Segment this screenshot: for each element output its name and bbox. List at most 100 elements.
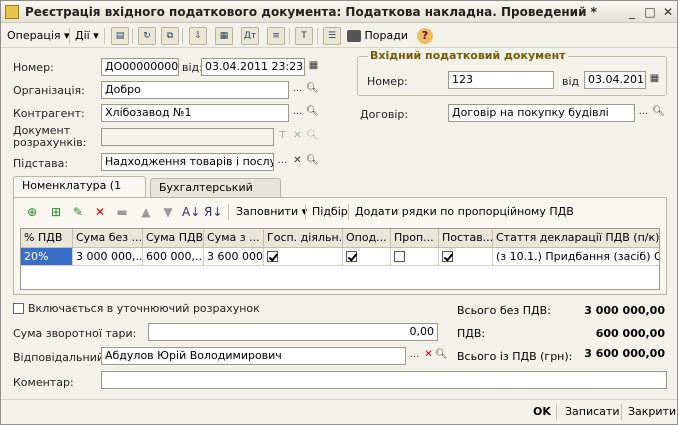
contractor-select-button[interactable]: ... (290, 105, 305, 121)
move-down-icon[interactable]: ▼ (160, 204, 176, 220)
in-calendar-icon[interactable]: ▦ (647, 72, 662, 88)
add-rows-button[interactable]: Додати рядки по пропорційному ПДВ (355, 205, 574, 218)
basis-field[interactable]: Надходження товарів і послуг ДО (101, 153, 274, 171)
ok-button[interactable]: OK (533, 405, 551, 418)
incoming-document-title: Вхідний податковий документ (368, 49, 568, 62)
price-type-icon[interactable]: Т (295, 27, 313, 45)
main-toolbar: Операція ▾ Дії ▾ ▤ ↻ ⧉ ⇩ ▦ Дт ≡ Т ☰ Пора… (1, 24, 677, 48)
close-button[interactable]: Закрити (628, 405, 676, 418)
responsible-search-icon[interactable]: 🔍︎ (434, 348, 449, 364)
operation-menu[interactable]: Операція ▾ (7, 26, 70, 46)
number-label: Номер: (13, 61, 54, 74)
basis-search-icon[interactable]: 🔍︎ (305, 154, 320, 170)
save-button[interactable]: Записати (565, 405, 619, 418)
cell-economic-checkbox[interactable] (264, 248, 343, 266)
clarifying-checkbox[interactable] (13, 303, 24, 314)
total-vat-value: 600 000,00 (595, 327, 665, 340)
total-with-value: 3 600 000,00 (584, 347, 665, 360)
list-icon[interactable]: ☰ (323, 27, 341, 45)
cell-sum-with[interactable]: 3 600 000,... (204, 248, 264, 266)
move-up-icon[interactable]: ▲ (138, 204, 154, 220)
tab-nomenclature[interactable]: Номенклатура (1 поз.) (13, 176, 146, 210)
cell-taxed-checkbox[interactable] (343, 248, 391, 266)
sort-asc-icon[interactable]: A↓ (182, 204, 200, 220)
col-vat-rate[interactable]: % ПДВ (21, 229, 73, 248)
footer-bar: OK Записати Закрити (1, 399, 677, 424)
based-on-icon[interactable]: ⇩ (189, 27, 207, 45)
in-number-label: Номер: (367, 75, 408, 88)
close-icon[interactable]: ✕ (659, 4, 677, 20)
col-economic[interactable]: Госп. діяльн... (264, 229, 343, 248)
org-search-icon[interactable]: 🔍︎ (305, 82, 320, 98)
sort-desc-icon[interactable]: Я↓ (204, 204, 222, 220)
col-sum-with[interactable]: Сума з ... (204, 229, 264, 248)
tab-accounting[interactable]: Бухгалтерський облік (150, 178, 281, 212)
col-article[interactable]: Стаття декларації ПДВ (п/к) (493, 229, 659, 248)
in-date-field[interactable]: 03.04.2011 (584, 71, 646, 89)
structure-icon[interactable]: ▦ (215, 27, 233, 45)
minimize-icon[interactable]: _ (623, 4, 641, 20)
total-vat-label: ПДВ: (457, 327, 486, 340)
contract-label: Договір: (360, 108, 409, 121)
contractor-field[interactable]: Хлібозавод №1 (101, 104, 289, 122)
title-bar: Реєстрація вхідного податкового документ… (1, 1, 677, 23)
refresh-icon[interactable]: ↻ (138, 27, 156, 45)
col-taxed[interactable]: Опод... (343, 229, 391, 248)
contract-select-button[interactable]: ... (636, 105, 651, 121)
settlement-clear-icon[interactable]: ✕ (290, 129, 305, 145)
col-sum-vat[interactable]: Сума ПДВ (143, 229, 204, 248)
add-row-icon[interactable]: ⊕ (24, 204, 40, 220)
maximize-icon[interactable]: □ (641, 4, 659, 20)
org-field[interactable]: Добро (101, 81, 289, 99)
cell-vat-rate[interactable]: 20% (21, 248, 73, 266)
contractor-label: Контрагент: (13, 107, 85, 120)
responsible-field[interactable]: Абдулов Юрій Володимирович (101, 347, 406, 365)
window-title: Реєстрація вхідного податкового документ… (25, 5, 597, 19)
basis-select-button[interactable]: ... (275, 154, 290, 170)
help-icon[interactable]: ? (417, 28, 433, 44)
cell-prop-checkbox[interactable] (391, 248, 439, 266)
copy-doc-icon[interactable]: ⧉ (161, 27, 179, 45)
responsible-select-button[interactable]: ... (407, 348, 422, 364)
copy-row-icon[interactable]: ⊞ (48, 204, 64, 220)
tare-label: Сума зворотної тари: (13, 327, 137, 340)
nomenclature-panel: ⊕ ⊞ ✎ ✕ ▬ ▲ ▼ A↓ Я↓ Заповнити ▾ Підбір Д… (13, 197, 667, 295)
post-icon[interactable]: ▤ (111, 27, 129, 45)
comment-label: Коментар: (13, 376, 74, 389)
col-supply[interactable]: Постав... (439, 229, 493, 248)
settlement-field[interactable] (101, 128, 274, 146)
edit-row-icon[interactable]: ✎ (70, 204, 86, 220)
org-select-button[interactable]: ... (290, 82, 305, 98)
number-field[interactable]: ДО000000001 (101, 58, 179, 76)
settlement-search-icon[interactable]: 🔍︎ (305, 129, 320, 145)
fill-menu[interactable]: Заповнити ▾ (236, 205, 307, 218)
select-button[interactable]: Підбір (312, 205, 348, 218)
checkbox-checked-icon (267, 251, 278, 262)
report-icon[interactable]: ≡ (267, 27, 285, 45)
tare-field[interactable]: 0,00 (148, 323, 438, 341)
cell-article[interactable]: (з 10.1.) Придбання (засіб) ОЗ) (493, 248, 659, 266)
calendar-icon[interactable]: ▦ (306, 59, 321, 75)
contractor-search-icon[interactable]: 🔍︎ (305, 105, 320, 121)
actions-menu[interactable]: Дії ▾ (75, 26, 99, 46)
in-number-field[interactable]: 123 (448, 71, 554, 89)
cell-sum-vat[interactable]: 600 000,... (143, 248, 204, 266)
delete-row-icon[interactable]: ✕ (92, 204, 108, 220)
tips-button[interactable]: Поради (347, 26, 408, 46)
contract-search-icon[interactable]: 🔍︎ (651, 105, 666, 121)
col-prop[interactable]: Проп... (391, 229, 439, 248)
dt-kt-icon[interactable]: Дт (241, 27, 259, 45)
cell-sum-without[interactable]: 3 000 000,... (73, 248, 143, 266)
total-without-value: 3 000 000,00 (584, 304, 665, 317)
cell-supply-checkbox[interactable] (439, 248, 493, 266)
items-toolbar: ⊕ ⊞ ✎ ✕ ▬ ▲ ▼ A↓ Я↓ Заповнити ▾ Підбір Д… (14, 202, 666, 222)
comment-field[interactable] (101, 371, 667, 389)
col-sum-without[interactable]: Сума без ... (73, 229, 143, 248)
end-edit-icon[interactable]: ▬ (114, 204, 130, 220)
total-without-label: Всього без ПДВ: (457, 304, 551, 317)
items-table[interactable]: % ПДВ Сума без ... Сума ПДВ Сума з ... Г… (20, 228, 660, 290)
basis-clear-icon[interactable]: ✕ (290, 154, 305, 170)
contract-field[interactable]: Договір на покупку будівлі (448, 104, 635, 122)
date-field[interactable]: 03.04.2011 23:23:49 (201, 58, 305, 76)
clear-type-icon[interactable]: T (275, 129, 290, 145)
